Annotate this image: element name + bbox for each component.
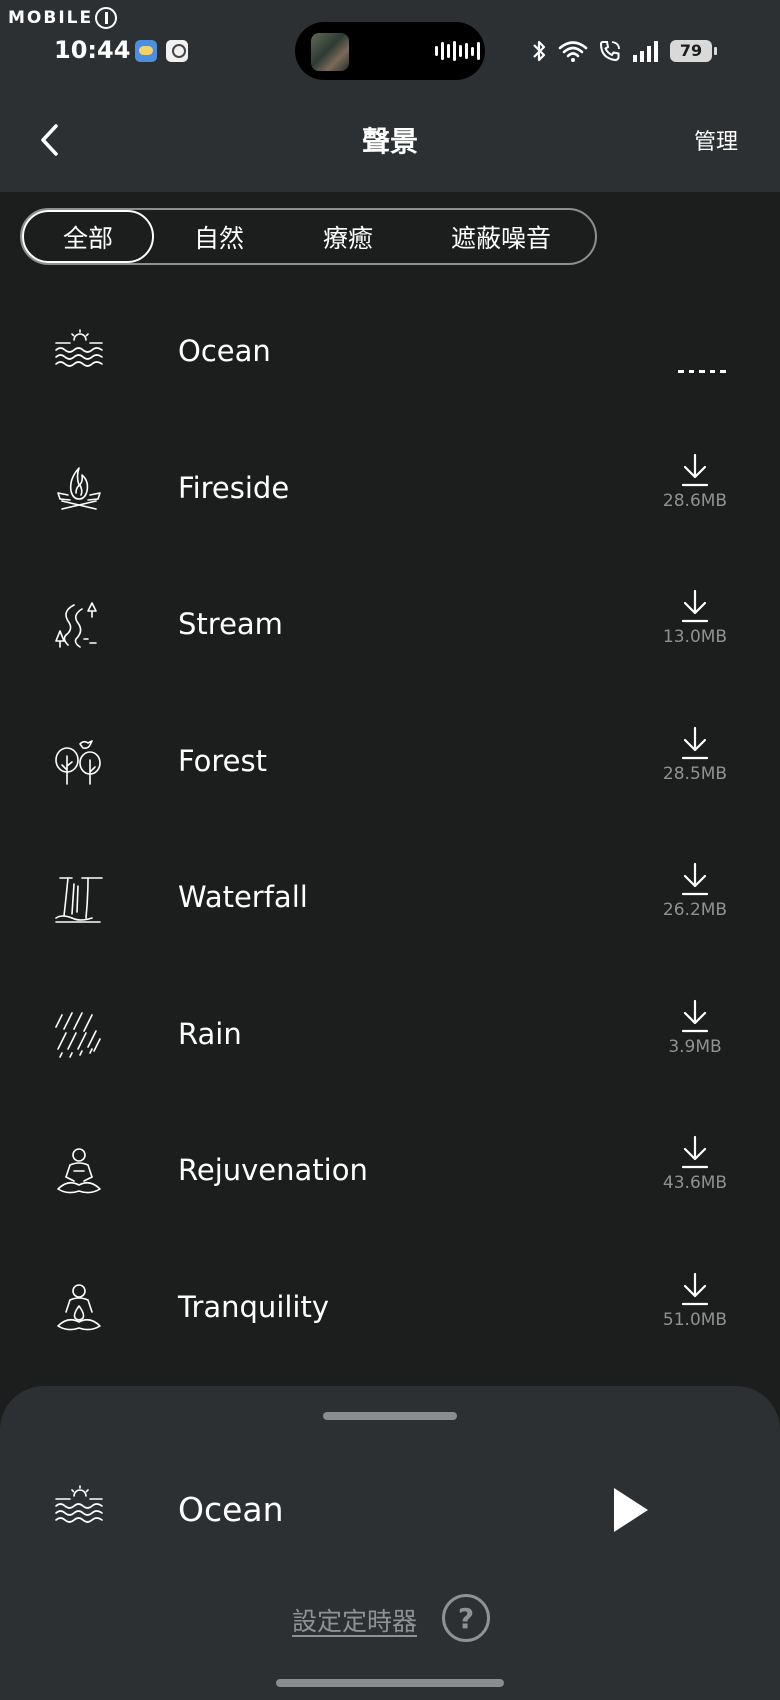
list-item[interactable]: Rejuvenation 43.6MB: [0, 1103, 780, 1240]
battery-level: 79: [679, 41, 703, 60]
app-icon: [166, 40, 188, 62]
status-time: 10:44: [54, 36, 131, 64]
forest-icon: [55, 739, 101, 785]
list-item[interactable]: Ocean: [0, 284, 780, 421]
home-indicator: [276, 1679, 504, 1687]
download-icon: [681, 862, 709, 896]
download-button[interactable]: 13.0MB: [650, 589, 740, 659]
status-icons: 79: [530, 36, 717, 66]
download-icon: [681, 726, 709, 759]
download-icon: [681, 453, 709, 486]
page-title: 聲景: [361, 125, 418, 158]
download-button[interactable]: 28.5MB: [650, 726, 740, 796]
file-size: 28.5MB: [662, 763, 728, 784]
soundscape-list: Ocean Fireside 28.6MB Stream 13.0MB Fore…: [0, 284, 780, 1376]
download-icon: [681, 999, 709, 1032]
list-item[interactable]: Fireside 28.6MB: [0, 421, 780, 558]
audio-waveform-icon: [435, 40, 480, 62]
downloading-indicator: [678, 370, 726, 374]
download-button[interactable]: 28.6MB: [650, 453, 740, 523]
watermark-text: MOBILE: [8, 8, 94, 28]
list-item[interactable]: Rain 3.9MB: [0, 967, 780, 1104]
file-size: 28.6MB: [662, 490, 728, 511]
soundscape-name: Forest: [178, 743, 267, 778]
campfire-icon: [57, 466, 101, 510]
list-item[interactable]: Tranquility 51.0MB: [0, 1240, 780, 1377]
download-button[interactable]: 3.9MB: [650, 999, 740, 1069]
top-bar: MOBILE 10:44 79 聲景 管理: [0, 0, 780, 192]
manage-button[interactable]: 管理: [694, 124, 738, 156]
list-item[interactable]: Stream 13.0MB: [0, 557, 780, 694]
wifi-calling-icon: [599, 41, 620, 62]
file-size: 26.2MB: [662, 900, 728, 920]
download-icon: [681, 589, 709, 623]
soundscape-name: Tranquility: [178, 1289, 330, 1324]
download-button[interactable]: 43.6MB: [650, 1135, 740, 1205]
weather-app-icon: [135, 40, 157, 62]
tab-noise-masking[interactable]: 遮蔽噪音: [412, 210, 590, 263]
soundscape-name: Ocean: [178, 334, 271, 368]
list-item[interactable]: Forest 28.5MB: [0, 694, 780, 831]
play-button[interactable]: [600, 1482, 660, 1538]
tab-healing[interactable]: 療癒: [284, 210, 412, 263]
signal-icon: [633, 41, 658, 62]
download-icon: [681, 1135, 709, 1169]
meditation-drop-icon: [57, 1283, 101, 1330]
soundscape-name: Fireside: [178, 470, 290, 505]
soundscape-name: Rain: [178, 1016, 242, 1051]
now-playing-sheet: Ocean 設定定時器 ?: [0, 1386, 780, 1700]
wifi-icon: [558, 41, 588, 62]
meditation-icon: [57, 1148, 101, 1194]
battery-icon: 79: [670, 40, 717, 62]
list-item[interactable]: Waterfall 26.2MB: [0, 830, 780, 967]
watermark: MOBILE: [8, 6, 118, 30]
file-size: 13.0MB: [662, 627, 728, 647]
ocean-waves-icon: [55, 329, 103, 367]
set-timer-link[interactable]: 設定定時器: [292, 1602, 417, 1638]
tab-all[interactable]: 全部: [22, 210, 154, 263]
soundscape-name: Waterfall: [178, 880, 308, 914]
album-art: [311, 33, 349, 71]
dynamic-island[interactable]: [295, 22, 485, 80]
waterfall-icon: [55, 877, 103, 923]
help-circle-icon[interactable]: ?: [442, 1594, 490, 1642]
category-tabs: 全部 自然 療癒 遮蔽噪音: [20, 208, 597, 265]
soundscape-name: Stream: [178, 607, 283, 641]
rain-icon: [55, 1011, 101, 1058]
file-size: 51.0MB: [662, 1309, 728, 1330]
download-button[interactable]: 51.0MB: [650, 1272, 740, 1342]
file-size: 3.9MB: [668, 1036, 722, 1057]
file-size: 43.6MB: [662, 1173, 728, 1193]
download-button[interactable]: 26.2MB: [650, 862, 740, 932]
soundscape-name: Rejuvenation: [178, 1153, 368, 1187]
play-icon: [614, 1488, 648, 1532]
tab-nature[interactable]: 自然: [154, 210, 284, 263]
ocean-waves-icon: [55, 1485, 103, 1523]
watermark-logo-icon: [95, 7, 118, 29]
stream-icon: [55, 602, 97, 648]
download-icon: [681, 1272, 709, 1305]
now-playing-title: Ocean: [178, 1490, 284, 1529]
sheet-grabber[interactable]: [323, 1412, 457, 1420]
bluetooth-icon: [533, 40, 546, 62]
